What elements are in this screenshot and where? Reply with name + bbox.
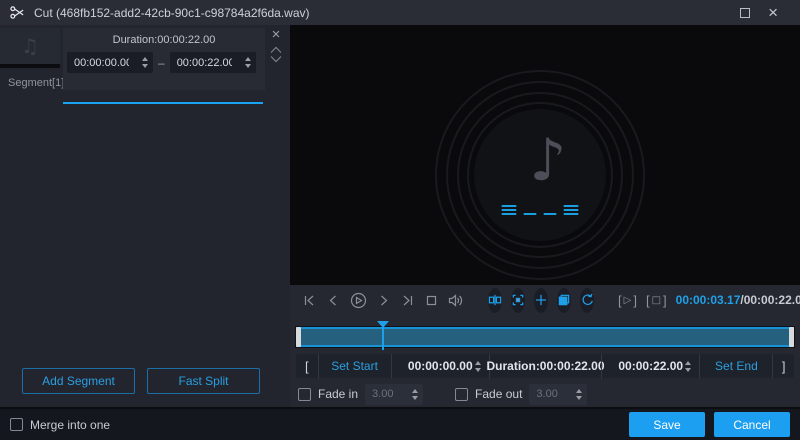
fade-in-input[interactable]: [365, 384, 423, 405]
segment-item[interactable]: ♫ Segment[1] Duration:00:00:22.00 –: [0, 25, 290, 120]
timeline-row: [290, 315, 800, 352]
playhead-marker[interactable]: [377, 321, 389, 328]
scissors-icon: [10, 5, 26, 21]
stop-segment-button[interactable]: [□]: [646, 293, 667, 308]
music-note-icon: ♫: [21, 34, 39, 58]
playhead-line: [382, 326, 384, 350]
player-panel: ♪: [290, 25, 800, 407]
footer-bar: Merge into one Save Cancel: [0, 407, 800, 440]
fade-in-checkbox[interactable]: [298, 388, 311, 401]
spinner-arrows[interactable]: [412, 384, 418, 405]
trim-value-bar: [ Set Start Duration:00:00:22.00 Set End…: [296, 354, 794, 378]
segment-name: Segment[1]: [8, 77, 64, 89]
range-dash: –: [158, 56, 165, 70]
segment-progress-bar: [63, 102, 263, 104]
current-time: 00:00:03.17: [676, 293, 741, 307]
audio-preview: ♪: [290, 25, 800, 285]
total-time: /00:00:22.00: [740, 293, 800, 307]
step-back-icon[interactable]: [326, 291, 341, 309]
end-bracket: ]: [772, 354, 794, 378]
segment-duration-label: Duration:00:00:22.00: [63, 34, 265, 46]
trim-start-input[interactable]: [391, 354, 489, 378]
save-button[interactable]: Save: [629, 412, 705, 437]
merge-into-one-option[interactable]: Merge into one: [10, 418, 110, 432]
segment-thumbnail[interactable]: ♫: [0, 28, 60, 68]
volume-icon[interactable]: [448, 291, 464, 309]
split-icon[interactable]: [488, 288, 502, 313]
transport-toolbar: [▷] [□] 00:00:03.17/00:00:22.00: [290, 285, 800, 315]
snapshot-icon[interactable]: [511, 288, 525, 313]
segment-start-input[interactable]: [67, 52, 153, 73]
fade-in-label: Fade in: [318, 387, 358, 401]
spinner-arrows[interactable]: [576, 384, 582, 405]
spinner-arrows[interactable]: [685, 354, 691, 378]
timeline-track[interactable]: [296, 327, 794, 347]
move-up-icon[interactable]: [270, 46, 282, 54]
play-segment-button[interactable]: [▷]: [618, 293, 637, 308]
copy-icon[interactable]: [557, 288, 571, 313]
step-forward-icon[interactable]: [376, 291, 391, 309]
equalizer-icon: [502, 205, 579, 215]
segment-end-input[interactable]: [170, 52, 256, 73]
spinner-arrows[interactable]: [475, 354, 481, 378]
merge-checkbox[interactable]: [10, 418, 23, 431]
add-segment-button[interactable]: Add Segment: [22, 368, 135, 394]
skip-start-icon[interactable]: [302, 291, 317, 309]
delete-segment-icon[interactable]: ×: [272, 28, 281, 42]
trim-duration-label: Duration:00:00:22.00: [489, 354, 601, 378]
segment-card: Duration:00:00:22.00 –: [63, 28, 265, 90]
trim-end-handle[interactable]: [789, 327, 794, 347]
fade-out-input[interactable]: [529, 384, 587, 405]
trim-start-handle[interactable]: [296, 327, 301, 347]
segment-list-panel: ♫ Segment[1] Duration:00:00:22.00 –: [0, 25, 290, 407]
skip-end-icon[interactable]: [400, 291, 415, 309]
reset-icon[interactable]: [580, 288, 594, 313]
cancel-button[interactable]: Cancel: [714, 412, 790, 437]
merge-label: Merge into one: [30, 418, 110, 432]
fade-controls: Fade in Fade out: [298, 383, 794, 405]
window-title: Cut (468fb152-add2-42cb-90c1-c98784a2f6d…: [34, 6, 310, 20]
set-end-button[interactable]: Set End: [699, 354, 772, 378]
play-icon[interactable]: [350, 291, 367, 309]
add-icon[interactable]: [534, 288, 548, 313]
fade-out-label: Fade out: [475, 387, 522, 401]
fade-out-checkbox[interactable]: [455, 388, 468, 401]
start-bracket: [: [296, 354, 318, 378]
spinner-arrows[interactable]: [245, 52, 251, 73]
spinner-arrows[interactable]: [142, 52, 148, 73]
trim-end-input[interactable]: [601, 354, 699, 378]
close-icon[interactable]: ×: [768, 8, 778, 18]
cut-dialog: Cut (468fb152-add2-42cb-90c1-c98784a2f6d…: [0, 0, 800, 440]
move-down-icon[interactable]: [270, 55, 282, 63]
time-readout: 00:00:03.17/00:00:22.00: [676, 293, 800, 307]
title-bar: Cut (468fb152-add2-42cb-90c1-c98784a2f6d…: [0, 0, 800, 25]
set-start-button[interactable]: Set Start: [318, 354, 391, 378]
fast-split-button[interactable]: Fast Split: [147, 368, 260, 394]
maximize-icon[interactable]: [740, 8, 750, 18]
stop-icon[interactable]: [424, 291, 439, 309]
music-note-icon: ♪: [529, 131, 566, 189]
